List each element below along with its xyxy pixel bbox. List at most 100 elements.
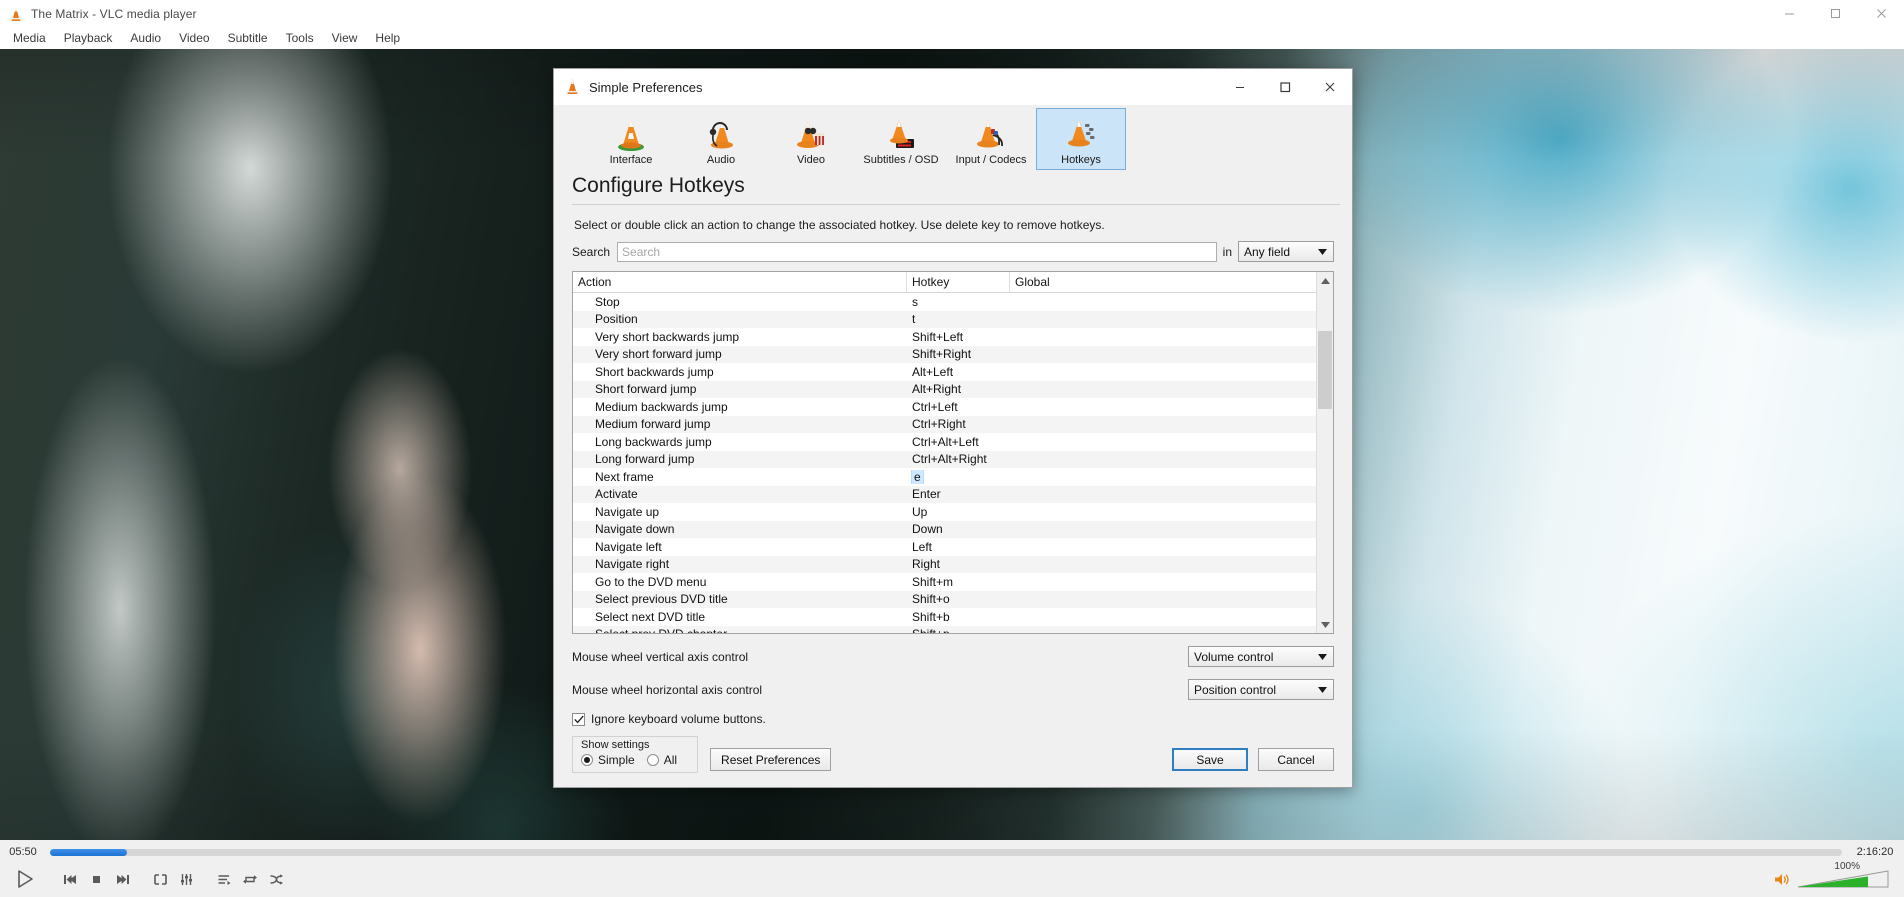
category-interface[interactable]: Interface: [586, 108, 676, 170]
cell-hotkey[interactable]: Right: [907, 557, 1010, 571]
table-row[interactable]: Navigate right Right: [573, 555, 1316, 573]
scrollbar-track[interactable]: [1317, 289, 1333, 616]
cell-hotkey[interactable]: Alt+Left: [907, 365, 1010, 379]
elapsed-time[interactable]: 05:50: [0, 846, 46, 858]
mouse-wheel-horizontal-combobox[interactable]: Position control: [1188, 679, 1334, 700]
scroll-up-button[interactable]: [1317, 272, 1333, 289]
cell-hotkey[interactable]: Ctrl+Alt+Left: [907, 435, 1010, 449]
table-row[interactable]: Medium backwards jump Ctrl+Left: [573, 398, 1316, 416]
maximize-button[interactable]: [1262, 69, 1307, 105]
table-row[interactable]: Navigate down Down: [573, 520, 1316, 538]
radio-all-label[interactable]: All: [664, 753, 677, 767]
prefs-content: Select or double click an action to chan…: [554, 205, 1352, 726]
cell-hotkey[interactable]: Shift+Left: [907, 330, 1010, 344]
minimize-button[interactable]: [1217, 69, 1262, 105]
category-video[interactable]: Video: [766, 108, 856, 170]
cancel-button[interactable]: Cancel: [1258, 748, 1334, 771]
hotkeys-table-header: Action Hotkey Global: [573, 272, 1316, 293]
next-button[interactable]: [109, 867, 135, 892]
minimize-button[interactable]: [1766, 0, 1812, 27]
cell-action: Very short backwards jump: [595, 329, 740, 344]
table-row[interactable]: Long forward jump Ctrl+Alt+Right: [573, 450, 1316, 468]
fullscreen-button[interactable]: [147, 867, 173, 892]
cell-hotkey[interactable]: Ctrl+Alt+Right: [907, 452, 1010, 466]
table-row[interactable]: Position t: [573, 310, 1316, 328]
table-row[interactable]: Activate Enter: [573, 485, 1316, 503]
menu-media[interactable]: Media: [4, 28, 55, 49]
scroll-down-button[interactable]: [1317, 616, 1333, 633]
cell-hotkey[interactable]: Shift+Right: [907, 347, 1010, 361]
seek-slider[interactable]: [50, 848, 1842, 856]
cell-action: Navigate right: [595, 557, 670, 572]
search-field-combobox[interactable]: Any field: [1238, 241, 1334, 262]
table-row[interactable]: Select prev DVD chapterShift+p: [573, 625, 1316, 633]
table-row[interactable]: Navigate left Left: [573, 538, 1316, 556]
table-row[interactable]: Navigate up Up: [573, 503, 1316, 521]
mouse-wheel-vertical-combobox[interactable]: Volume control: [1188, 646, 1334, 667]
table-row[interactable]: Long backwards jump Ctrl+Alt+Left: [573, 433, 1316, 451]
cell-hotkey[interactable]: Ctrl+Right: [907, 417, 1010, 431]
column-header-hotkey[interactable]: Hotkey: [907, 272, 1010, 292]
column-header-action[interactable]: Action: [573, 272, 907, 292]
table-row[interactable]: Go to the DVD menu Shift+m: [573, 573, 1316, 591]
table-vertical-scrollbar[interactable]: [1316, 272, 1333, 633]
close-button[interactable]: [1307, 69, 1352, 105]
cell-hotkey[interactable]: e: [907, 469, 1010, 484]
table-row[interactable]: Short forward jump Alt+Right: [573, 380, 1316, 398]
cell-hotkey[interactable]: Ctrl+Left: [907, 400, 1010, 414]
volume-slider[interactable]: [1796, 869, 1892, 889]
table-row[interactable]: Select previous DVD title Shift+o: [573, 590, 1316, 608]
column-header-global[interactable]: Global: [1010, 272, 1316, 292]
ignore-keyboard-volume-checkbox[interactable]: Ignore keyboard volume buttons.: [572, 700, 1334, 726]
scrollbar-thumb[interactable]: [1318, 331, 1332, 409]
menu-video[interactable]: Video: [170, 28, 218, 49]
radio-all[interactable]: [646, 754, 659, 766]
category-input-codecs[interactable]: Input / Codecs: [946, 108, 1036, 170]
table-row[interactable]: Next frame e: [573, 468, 1316, 486]
cell-hotkey[interactable]: Alt+Right: [907, 382, 1010, 396]
cell-hotkey[interactable]: Shift+p: [907, 627, 1010, 633]
cell-hotkey[interactable]: s: [907, 295, 1010, 309]
previous-button[interactable]: [57, 867, 83, 892]
menu-view[interactable]: View: [323, 28, 367, 49]
menu-help[interactable]: Help: [366, 28, 409, 49]
close-button[interactable]: [1858, 0, 1904, 27]
table-row[interactable]: Very short backwards jump Shift+Left: [573, 328, 1316, 346]
menu-playback[interactable]: Playback: [55, 28, 122, 49]
radio-simple[interactable]: [581, 754, 593, 766]
search-input[interactable]: [617, 241, 1217, 262]
stop-button[interactable]: [83, 867, 109, 892]
category-hotkeys[interactable]: Hotkeys: [1036, 108, 1126, 170]
category-subtitles-osd[interactable]: Subtitles / OSD: [856, 108, 946, 170]
category-audio[interactable]: Audio: [676, 108, 766, 170]
playlist-button[interactable]: [211, 867, 237, 892]
radio-simple-label[interactable]: Simple: [598, 753, 635, 767]
cell-hotkey[interactable]: Left: [907, 540, 1010, 554]
play-button[interactable]: [5, 863, 45, 895]
menu-subtitle[interactable]: Subtitle: [219, 28, 277, 49]
menu-tools[interactable]: Tools: [277, 28, 323, 49]
cell-hotkey[interactable]: Enter: [907, 487, 1010, 501]
reset-preferences-button[interactable]: Reset Preferences: [710, 748, 832, 771]
cell-hotkey[interactable]: Shift+m: [907, 575, 1010, 589]
mute-button[interactable]: [1770, 867, 1796, 892]
table-row[interactable]: Short backwards jump Alt+Left: [573, 363, 1316, 381]
table-row[interactable]: Stop s: [573, 293, 1316, 311]
extended-settings-button[interactable]: [173, 867, 199, 892]
save-button[interactable]: Save: [1172, 748, 1248, 771]
loop-button[interactable]: [237, 867, 263, 892]
cell-hotkey[interactable]: Up: [907, 505, 1010, 519]
cell-hotkey[interactable]: Down: [907, 522, 1010, 536]
table-row[interactable]: Medium forward jump Ctrl+Right: [573, 415, 1316, 433]
cell-hotkey[interactable]: Shift+b: [907, 610, 1010, 624]
table-row[interactable]: Select next DVD title Shift+b: [573, 608, 1316, 626]
table-row[interactable]: Very short forward jump Shift+Right: [573, 345, 1316, 363]
maximize-button[interactable]: [1812, 0, 1858, 27]
cell-hotkey[interactable]: t: [907, 312, 1010, 326]
cell-hotkey[interactable]: Shift+o: [907, 592, 1010, 606]
video-cone-icon: [793, 112, 829, 152]
menu-audio[interactable]: Audio: [121, 28, 170, 49]
shuffle-button[interactable]: [263, 867, 289, 892]
total-time[interactable]: 2:16:20: [1846, 846, 1904, 858]
cell-action: Long forward jump: [595, 452, 695, 467]
